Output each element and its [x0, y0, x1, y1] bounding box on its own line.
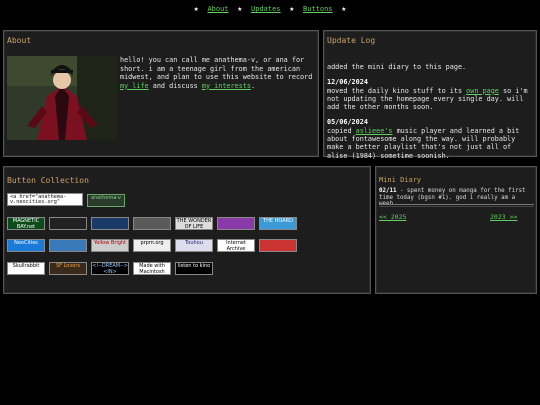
divider	[379, 204, 534, 207]
update-entry: moved the daily kino stuff to its own pa…	[327, 86, 528, 112]
mini-diary-panel: Mini Diary 02/11 - spent money on manga …	[375, 166, 537, 294]
top-nav: ★ About ★ Updates ★ Buttons ★	[0, 4, 540, 13]
nav-link-updates[interactable]: Updates	[251, 5, 281, 13]
about-text: hello! you can call me anathema-v, or an…	[120, 56, 313, 90]
button-code-textarea[interactable]: <a href="anathema-v.neocities.org"	[7, 193, 83, 206]
own-site-badge[interactable]: anathema-v	[87, 194, 125, 207]
update-date: 12/06/2024	[327, 78, 368, 87]
update-date: 05/06/2024	[327, 118, 368, 127]
portrait-image	[7, 56, 117, 140]
nav-link-about[interactable]: About	[207, 5, 228, 13]
own-page-link[interactable]: own page	[466, 87, 499, 95]
site-badge[interactable]: Touhou	[175, 239, 213, 252]
site-badge[interactable]	[49, 239, 87, 252]
star-icon: ★	[289, 4, 295, 13]
site-badge[interactable]: Made with Macintosh	[133, 262, 171, 275]
site-badge[interactable]: Skullrabbit	[7, 262, 45, 275]
star-icon: ★	[237, 4, 243, 13]
site-badge[interactable]: SF Lovers	[49, 262, 87, 275]
diary-next-link[interactable]: 2023 >>	[490, 213, 517, 221]
my-life-link[interactable]: my life	[120, 82, 149, 90]
button-collection-title: Button Collection	[7, 176, 89, 185]
update-log-list: added the mini diary to this page. 12/06…	[327, 63, 535, 167]
update-log-panel: Update Log added the mini diary to this …	[323, 30, 537, 160]
site-badge[interactable]: THE WONDER OF LIFE	[175, 217, 213, 230]
about-panel: About hello! you can call me anathema-v,…	[3, 30, 319, 157]
about-title: About	[7, 36, 32, 45]
site-badge[interactable]	[91, 217, 129, 230]
diary-date: 02/11	[379, 188, 397, 194]
site-badge[interactable]	[133, 217, 171, 230]
update-entry: copied aslieee's music player and learne…	[327, 126, 520, 160]
diary-prev-link[interactable]: << 2025	[379, 213, 406, 221]
update-log-title: Update Log	[327, 36, 376, 45]
star-icon: ★	[341, 4, 347, 13]
site-badge[interactable]: THE HOARD	[259, 217, 297, 230]
star-icon: ★	[193, 4, 199, 13]
site-badge[interactable]: <!--DREAM--> <IN> <HTML>	[91, 262, 129, 275]
nav-link-buttons[interactable]: Buttons	[303, 5, 333, 13]
site-badge[interactable]: Yellow Bright	[91, 239, 129, 252]
site-badge[interactable]: Internet Archive	[217, 239, 255, 252]
site-badge[interactable]: NeoCities	[7, 239, 45, 252]
site-badge[interactable]	[259, 239, 297, 252]
site-badge[interactable]: listen to kino	[175, 262, 213, 275]
button-collection-panel: Button Collection <a href="anathema-v.ne…	[3, 166, 371, 294]
site-badge[interactable]: prpm.org	[133, 239, 171, 252]
my-interests-link[interactable]: my interests	[202, 82, 251, 90]
site-badge[interactable]	[49, 217, 87, 230]
update-intro: added the mini diary to this page.	[327, 63, 467, 71]
site-badge[interactable]	[217, 217, 255, 230]
mini-diary-title: Mini Diary	[379, 176, 422, 184]
aslieee-link[interactable]: aslieee's	[356, 127, 393, 135]
site-badge[interactable]: MAGNETIC BAY.net	[7, 217, 45, 230]
